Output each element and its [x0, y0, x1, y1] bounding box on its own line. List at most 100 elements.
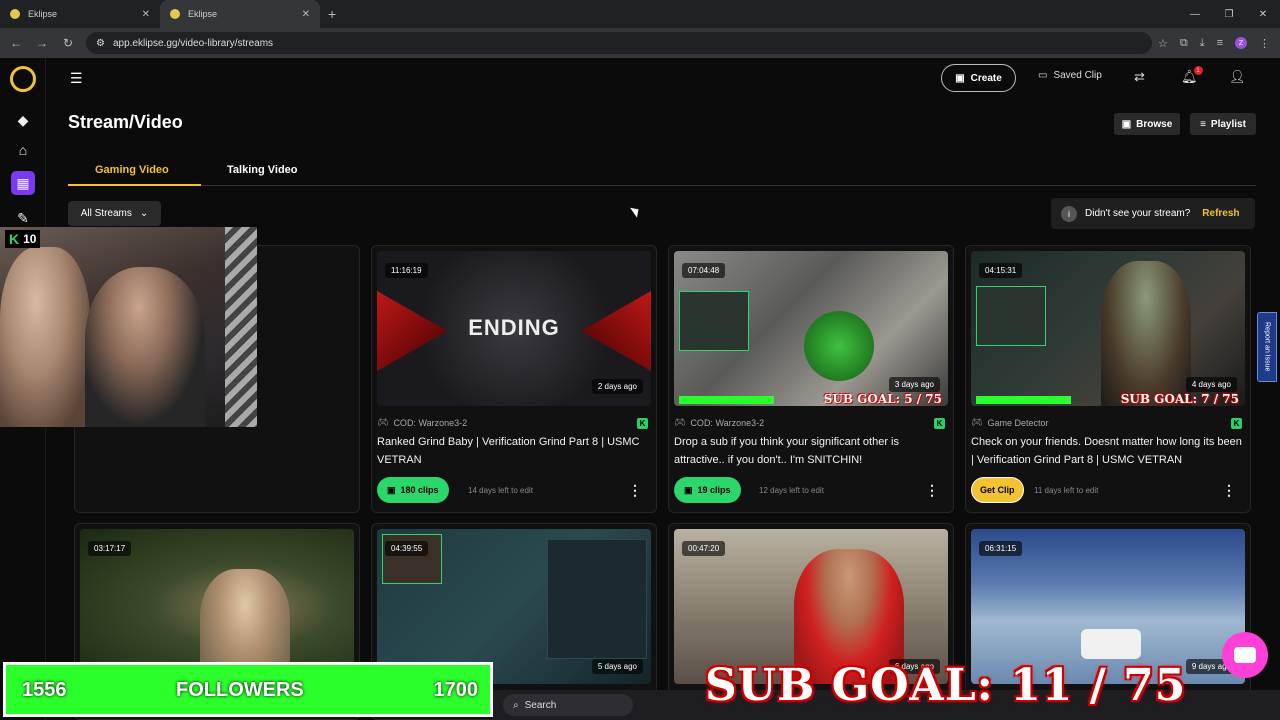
browser-actions: ☆ ⧉ ⤓ ≡ Z ⋮: [1158, 28, 1270, 58]
bookmark-star-icon[interactable]: ☆: [1158, 37, 1168, 50]
days-left: 12 days left to edit: [759, 486, 824, 495]
days-left: 14 days left to edit: [468, 486, 533, 495]
tab-gaming-video[interactable]: Gaming Video: [95, 164, 169, 176]
more-options-icon[interactable]: ⋮: [925, 482, 939, 499]
video-duration: 11:16:19: [385, 263, 428, 278]
kick-viewer-count: 10: [23, 232, 37, 246]
gamepad-icon: 🎮︎: [674, 417, 686, 427]
clips-count: 19 clips: [697, 485, 731, 495]
game-label: 🎮︎ COD: Warzone3-2: [377, 417, 467, 428]
reload-icon[interactable]: ↻: [60, 36, 76, 50]
video-thumbnail[interactable]: SUB GOAL: 5 / 75 07:04:48 3 days ago: [674, 251, 948, 406]
saved-clip-label: Saved Clip: [1053, 70, 1102, 81]
sync-icon[interactable]: ⇄: [1134, 69, 1145, 85]
video-title[interactable]: Drop a sub if you think your significant…: [674, 433, 949, 469]
browser-tab[interactable]: Eklipse ✕: [0, 0, 160, 28]
diamond-icon[interactable]: ◆: [11, 108, 35, 132]
back-icon[interactable]: ←: [8, 36, 24, 50]
video-card[interactable]: ENDING 11:16:19 2 days ago 🎮︎ COD: Warzon…: [371, 245, 657, 513]
close-icon[interactable]: ✕: [142, 9, 150, 20]
reading-list-icon[interactable]: ≡: [1217, 37, 1223, 49]
video-library-icon[interactable]: ▦: [11, 171, 35, 195]
video-duration: 03:17:17: [88, 541, 132, 556]
video-thumbnail[interactable]: SUB GOAL: 7 / 75 04:15:31 4 days ago: [971, 251, 1245, 406]
days-left: 11 days left to edit: [1034, 486, 1099, 495]
playlist-button[interactable]: ≡ Playlist: [1190, 113, 1256, 135]
playlist-label: Playlist: [1210, 118, 1246, 130]
bell-icon[interactable]: 🔔︎ 1: [1181, 66, 1203, 85]
more-menu-icon[interactable]: ⋮: [1259, 37, 1270, 50]
report-issue-tab[interactable]: Report an Issue: [1257, 312, 1277, 382]
download-icon[interactable]: ⤓: [1200, 37, 1205, 50]
restore-icon[interactable]: ❐: [1212, 0, 1246, 28]
chat-support-button[interactable]: [1222, 632, 1268, 678]
mouse-cursor: [630, 204, 642, 218]
eklipse-favicon-icon: [10, 9, 20, 19]
game-name: Game Detector: [987, 417, 1049, 428]
install-app-icon[interactable]: ⧉: [1180, 37, 1188, 50]
browser-tab-active[interactable]: Eklipse ✕: [160, 0, 320, 28]
kick-platform-icon: K: [637, 418, 648, 429]
stream-filter-dropdown[interactable]: All Streams ⌄: [68, 201, 161, 226]
more-options-icon[interactable]: ⋮: [628, 482, 642, 499]
clips-button[interactable]: ▣ 180 clips: [377, 477, 449, 503]
home-icon[interactable]: ⌂: [11, 138, 35, 162]
close-icon[interactable]: ✕: [302, 9, 310, 20]
video-thumbnail[interactable]: 03:17:17: [80, 529, 354, 684]
user-icon[interactable]: 👤︎: [1229, 69, 1246, 85]
video-age: 2 days ago: [591, 379, 643, 394]
followers-goal: 1700: [433, 679, 479, 701]
video-title[interactable]: Check on your friends. Doesnt matter how…: [971, 433, 1246, 469]
app-header: ☰ ▣ Create ▭ Saved Clip ⇄ 🔔︎ 1 👤︎: [46, 58, 1280, 98]
playlist-icon: ≡: [1200, 118, 1206, 130]
hamburger-menu-icon[interactable]: ☰: [70, 70, 83, 87]
info-icon: i: [1061, 205, 1077, 222]
followers-label: FOLLOWERS: [176, 679, 304, 701]
site-info-icon[interactable]: ⚙: [96, 38, 105, 49]
taskbar-search-label: Search: [524, 699, 557, 711]
address-bar[interactable]: ⚙ app.eklipse.gg/video-library/streams: [86, 32, 1152, 54]
video-age: 5 days ago: [591, 659, 643, 674]
video-thumbnail[interactable]: 04:39:55 5 days ago: [377, 529, 651, 684]
video-card[interactable]: SUB GOAL: 5 / 75 07:04:48 3 days ago 🎮︎ C…: [668, 245, 954, 513]
close-window-icon[interactable]: ✕: [1246, 0, 1280, 28]
refresh-link[interactable]: Refresh: [1202, 208, 1239, 219]
folder-icon: ▭: [1038, 70, 1048, 81]
forward-icon[interactable]: →: [34, 36, 50, 50]
video-duration: 07:04:48: [682, 263, 726, 278]
video-duration: 00:47:20: [682, 541, 726, 556]
video-title[interactable]: Ranked Grind Baby | Verification Grind P…: [377, 433, 652, 469]
video-age: 3 days ago: [888, 377, 940, 392]
more-options-icon[interactable]: ⋮: [1222, 482, 1236, 499]
clips-button[interactable]: ▣ 19 clips: [674, 477, 741, 503]
new-tab-icon[interactable]: +: [328, 6, 336, 22]
eklipse-favicon-icon: [170, 9, 180, 19]
video-thumbnail[interactable]: ENDING 11:16:19 2 days ago: [377, 251, 651, 406]
gamepad-icon: 🎮︎: [377, 417, 389, 427]
eklipse-logo[interactable]: [10, 66, 36, 92]
search-icon: ⌕: [513, 699, 519, 711]
create-button[interactable]: ▣ Create: [941, 64, 1016, 92]
video-duration: 04:39:55: [385, 541, 429, 556]
clips-icon: ▣: [387, 484, 396, 495]
saved-clip-link[interactable]: ▭ Saved Clip: [1038, 70, 1102, 81]
kick-platform-icon: K: [934, 418, 945, 429]
get-clip-button[interactable]: Get Clip: [971, 477, 1024, 503]
video-card[interactable]: SUB GOAL: 7 / 75 04:15:31 4 days ago 🎮︎ G…: [965, 245, 1251, 513]
notice-text: Didn't see your stream?: [1085, 208, 1191, 219]
browser-tab-title: Eklipse: [28, 9, 58, 19]
clapper-icon: ▣: [955, 72, 965, 84]
kick-logo-icon: K: [9, 231, 20, 247]
thumbnail-text: SUB GOAL: 7 / 75: [1120, 392, 1239, 406]
active-tab-indicator: [68, 184, 201, 186]
tab-talking-video[interactable]: Talking Video: [227, 164, 298, 176]
kick-viewer-badge: K 10: [5, 230, 41, 248]
clips-icon: ▣: [684, 484, 693, 495]
url-text: app.eklipse.gg/video-library/streams: [112, 37, 274, 49]
profile-avatar[interactable]: Z: [1235, 37, 1247, 49]
video-type-tabs: Gaming Video Talking Video: [68, 158, 1256, 186]
browse-button[interactable]: ▣ Browse: [1114, 113, 1180, 135]
filter-label: All Streams: [80, 208, 132, 219]
taskbar-search[interactable]: ⌕ Search: [503, 694, 633, 716]
minimize-icon[interactable]: —: [1178, 0, 1212, 28]
